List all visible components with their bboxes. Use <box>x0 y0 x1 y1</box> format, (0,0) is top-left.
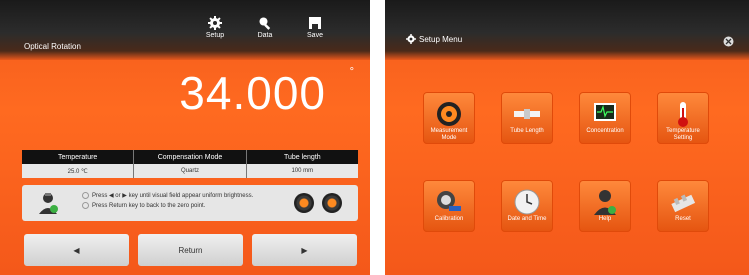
data-button[interactable]: Data <box>248 16 282 39</box>
return-button[interactable]: Return <box>138 234 243 266</box>
calibration-tile[interactable]: Calibration <box>423 180 475 232</box>
rotate-left-knob[interactable] <box>294 193 314 213</box>
monitor-icon <box>594 103 616 121</box>
tube-length-value: 100 mm <box>291 168 314 174</box>
tile-label: Date and Time <box>507 216 547 222</box>
tile-label: Concentration <box>586 128 624 134</box>
measurement-mode-tile[interactable]: Measurement Mode <box>423 92 475 144</box>
clock-icon <box>514 189 540 215</box>
compensation-value: Quartz <box>134 164 247 178</box>
instruction-line: Press ◀ or ▶ key until visual field appe… <box>82 191 253 201</box>
instruction-line: Press Return key to back to the zero poi… <box>82 201 253 211</box>
left-arrow-button[interactable]: ◀ <box>24 234 129 266</box>
table-header: Temperature <box>22 150 135 164</box>
save-icon <box>309 17 321 29</box>
help-person-icon <box>594 190 616 215</box>
table-header: Compensation Mode <box>134 150 247 164</box>
gear-icon <box>208 16 222 30</box>
temperature-value: 25.0 ℃ <box>22 164 135 178</box>
rotation-reading: 34.000 <box>179 67 326 119</box>
save-button[interactable]: Save <box>298 16 332 39</box>
instruction-panel: Press ◀ or ▶ key until visual field appe… <box>22 185 358 221</box>
top-bar <box>385 0 749 60</box>
rotate-right-knob[interactable] <box>322 193 342 213</box>
setup-menu-screen: Setup Menu Measurement Mode Tube Length … <box>385 0 749 275</box>
tile-label: Tube Length <box>510 128 544 134</box>
tile-label: Temperature Setting <box>666 128 700 141</box>
calibration-icon <box>437 191 461 211</box>
tile-label: Measurement Mode <box>430 128 468 141</box>
help-tile[interactable]: Help <box>579 180 631 232</box>
tile-label: Calibration <box>434 216 464 222</box>
tile-label: Reset <box>675 216 691 222</box>
right-arrow-button[interactable]: ▶ <box>252 234 357 266</box>
setup-button[interactable]: Setup <box>198 16 232 39</box>
date-and-time-tile[interactable]: Date and Time <box>501 180 553 232</box>
screen-title: Optical Rotation <box>24 42 81 51</box>
measurement-screen: Optical Rotation Setup Data Save 34.000 … <box>0 0 370 275</box>
operator-icon <box>39 193 58 214</box>
gear-icon <box>406 34 416 44</box>
magnifier-icon <box>259 17 271 30</box>
thermometer-icon <box>678 102 688 127</box>
reset-tile[interactable]: Reset <box>657 180 709 232</box>
tube-length-tile[interactable]: Tube Length <box>501 92 553 144</box>
close-icon[interactable] <box>723 36 734 47</box>
tube-icon <box>514 109 540 119</box>
parameters-table: Temperature Compensation Mode Tube lengt… <box>22 150 358 178</box>
table-header: Tube length <box>283 153 321 161</box>
degree-unit: ° <box>349 66 354 78</box>
screen-title: Setup Menu <box>419 35 463 44</box>
measurement-icon <box>437 102 461 126</box>
temperature-setting-tile[interactable]: Temperature Setting <box>657 92 709 144</box>
reset-icon <box>671 194 696 213</box>
tile-label: Help <box>598 216 612 222</box>
concentration-tile[interactable]: Concentration <box>579 92 631 144</box>
